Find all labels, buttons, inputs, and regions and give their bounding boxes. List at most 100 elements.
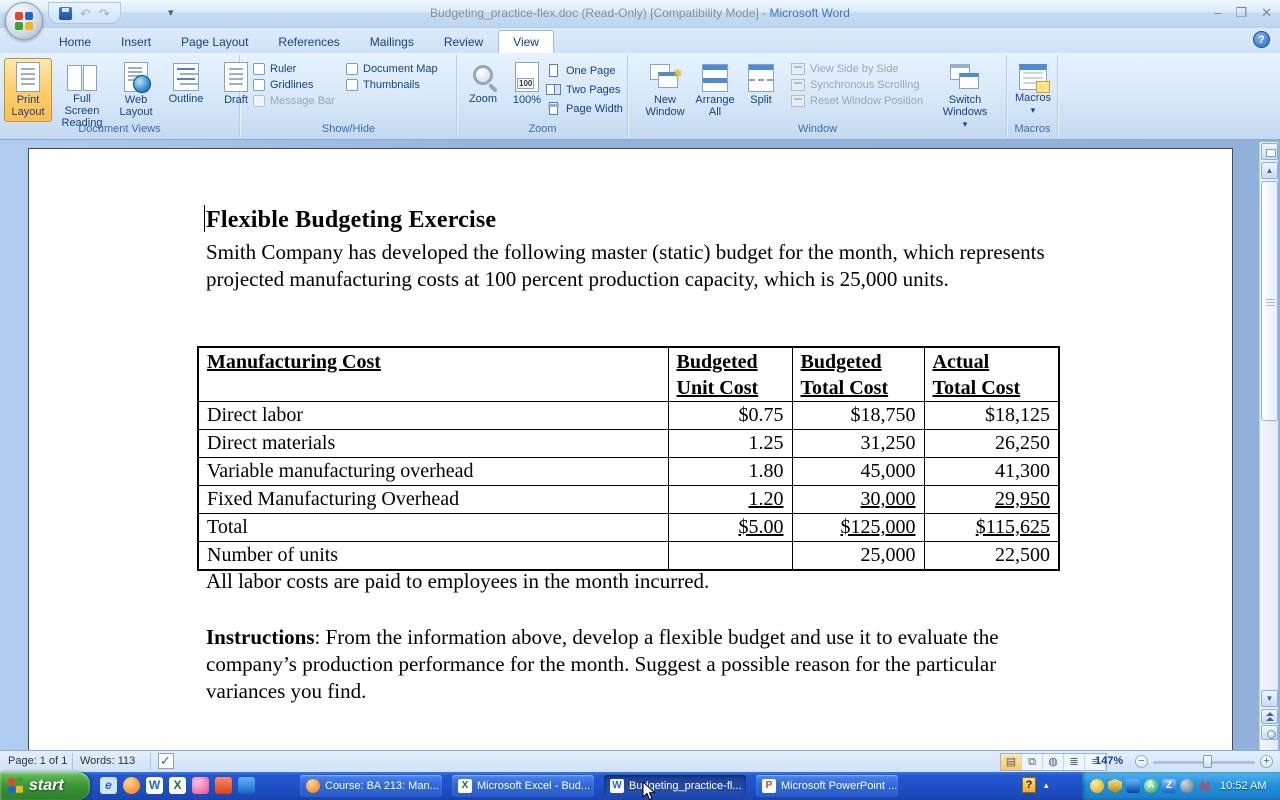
scrollbar-thumb[interactable] <box>1261 181 1278 421</box>
tab-view[interactable]: View <box>498 30 554 54</box>
start-button[interactable]: start <box>0 772 90 800</box>
new-window-button[interactable]: ✶ New Window <box>641 58 689 122</box>
page-count[interactable]: Page: 1 of 1 <box>8 755 67 767</box>
one-page-button[interactable]: One Page <box>546 63 623 78</box>
ribbon: Print Layout Full Screen Reading Web Lay… <box>0 53 1280 140</box>
close-button[interactable]: ✕ <box>1261 5 1272 21</box>
macros-icon <box>1019 64 1047 90</box>
reset-window-position-button: Reset Window Position <box>791 95 923 107</box>
restore-button[interactable]: ❐ <box>1235 5 1247 21</box>
print-layout-button[interactable]: Print Layout <box>4 58 52 122</box>
arrange-all-button[interactable]: Arrange All <box>691 58 739 122</box>
switch-windows-button[interactable]: Switch Windows ▾ <box>935 58 995 132</box>
tray-shield-icon[interactable] <box>1108 779 1122 793</box>
undo-icon[interactable]: ↶ <box>80 7 91 20</box>
previous-page-button[interactable] <box>1261 709 1278 724</box>
zoom-slider[interactable]: − + <box>1135 754 1273 769</box>
office-button[interactable] <box>5 2 43 40</box>
tray-icon-6[interactable]: N <box>1198 779 1212 793</box>
quick-launch-app-icon-2[interactable] <box>215 777 232 794</box>
zoom-in-icon[interactable]: + <box>1260 755 1273 768</box>
zoom-100-button[interactable]: 100 100% <box>506 58 548 120</box>
group-zoom: Zoom 100 100% One Page Two Pages Page Wi… <box>458 55 628 137</box>
ruler-checkbox[interactable] <box>253 63 265 75</box>
header-manufacturing-cost: Manufacturing Cost <box>198 347 668 402</box>
split-button[interactable]: Split <box>741 58 781 120</box>
windows-logo-icon <box>8 777 24 794</box>
ruler-checkbox-item[interactable]: Ruler <box>253 63 335 75</box>
document-map-checkbox[interactable] <box>346 63 358 75</box>
task-excel[interactable]: XMicrosoft Excel - Bud... <box>452 775 594 797</box>
minimize-button[interactable]: – <box>1214 5 1221 21</box>
table-row-total: Total $5.00 $125,000 $115,625 <box>198 514 1059 542</box>
tab-references[interactable]: References <box>263 30 354 54</box>
page-width-button[interactable]: Page Width <box>546 101 623 116</box>
full-screen-reading-button[interactable]: Full Screen Reading <box>54 58 110 133</box>
outline-button[interactable]: Outline <box>162 58 210 120</box>
tray-collapse-icon[interactable]: ▴ <box>1044 780 1049 791</box>
tray-icon-1[interactable] <box>1090 779 1104 793</box>
macros-dropdown-icon[interactable]: ▾ <box>1031 106 1036 114</box>
zoom-level[interactable]: 147% <box>1095 755 1123 767</box>
gridlines-checkbox[interactable] <box>253 79 265 91</box>
excel-icon[interactable]: X <box>169 777 186 794</box>
web-layout-view-button[interactable]: ◍ <box>1043 754 1064 770</box>
customize-qat-icon[interactable]: ▾ <box>168 6 174 19</box>
task-word-active[interactable]: WBudgeting_practice-fl... <box>604 775 746 797</box>
thumbnails-checkbox[interactable] <box>346 79 358 91</box>
view-ruler-toggle-button[interactable] <box>1261 143 1278 160</box>
split-icon <box>748 64 774 92</box>
tab-review[interactable]: Review <box>429 30 498 54</box>
scroll-up-icon[interactable]: ▲ <box>1261 162 1278 179</box>
tab-insert[interactable]: Insert <box>106 30 166 54</box>
zoom-slider-handle[interactable] <box>1203 755 1212 768</box>
taskbar-help-icon[interactable]: ? <box>1022 777 1036 793</box>
zoom-out-icon[interactable]: − <box>1135 755 1148 768</box>
help-icon[interactable]: ? <box>1253 31 1270 48</box>
gridlines-checkbox-item[interactable]: Gridlines <box>253 79 335 91</box>
quick-launch-app-icon-1[interactable] <box>192 777 209 794</box>
header-budgeted-unit-cost: BudgetedUnit Cost <box>668 347 792 402</box>
macros-button[interactable]: Macros ▾ <box>1009 58 1057 120</box>
tab-mailings[interactable]: Mailings <box>355 30 429 54</box>
group-window: ✶ New Window Arrange All Split View Side… <box>629 55 1007 137</box>
proofing-status-icon[interactable]: ✓ <box>158 753 174 769</box>
zoom-button[interactable]: Zoom <box>462 58 504 120</box>
outline-view-button[interactable]: ≣ <box>1064 754 1085 770</box>
taskbar: start e W X Course: BA 213: Man... XMicr… <box>0 772 1280 800</box>
word-count[interactable]: Words: 113 <box>80 755 135 767</box>
two-pages-button[interactable]: Two Pages <box>546 82 623 97</box>
word-icon[interactable]: W <box>146 777 163 794</box>
document-map-checkbox-item[interactable]: Document Map <box>346 63 438 75</box>
table-row: Direct labor $0.75 $18,750 $18,125 <box>198 402 1059 430</box>
web-layout-button[interactable]: Web Layout <box>112 58 160 122</box>
tray-icon-2[interactable] <box>1126 779 1140 793</box>
tray-icon-3[interactable]: A <box>1144 779 1158 793</box>
thumbnails-checkbox-item[interactable]: Thumbnails <box>346 79 438 91</box>
tab-page-layout[interactable]: Page Layout <box>166 30 263 54</box>
quick-launch-bar: e W X <box>100 777 255 794</box>
document-title: Budgeting_practice-flex.doc (Read-Only) … <box>430 6 769 20</box>
vertical-scrollbar[interactable]: ▲ ▼ <box>1259 142 1278 750</box>
scroll-down-icon[interactable]: ▼ <box>1261 690 1278 707</box>
document-area[interactable]: Flexible Budgeting Exercise Smith Compan… <box>0 140 1280 750</box>
redo-icon[interactable]: ↷ <box>99 7 110 20</box>
table-header-row: Manufacturing Cost BudgetedUnit Cost Bud… <box>198 347 1059 402</box>
two-pages-icon <box>546 82 561 97</box>
task-firefox-course[interactable]: Course: BA 213: Man... <box>300 775 442 797</box>
select-browse-object-button[interactable] <box>1261 725 1278 740</box>
full-screen-reading-view-button[interactable]: ⧉ <box>1022 754 1043 770</box>
clock[interactable]: 10:52 AM <box>1220 780 1266 792</box>
status-bar: Page: 1 of 1 Words: 113 ✓ ▤ ⧉ ◍ ≣ ≡ 147%… <box>0 750 1280 772</box>
tray-icon-4[interactable]: Z <box>1162 779 1176 793</box>
internet-explorer-icon[interactable]: e <box>100 777 117 794</box>
quick-launch-app-icon-3[interactable] <box>238 777 255 794</box>
task-powerpoint[interactable]: PMicrosoft PowerPoint ... <box>756 775 898 797</box>
tray-icon-5[interactable] <box>1180 779 1194 793</box>
word-icon: W <box>610 779 624 793</box>
firefox-icon[interactable] <box>123 777 140 794</box>
save-icon[interactable] <box>59 7 72 20</box>
print-layout-view-button[interactable]: ▤ <box>1001 754 1022 770</box>
document-page[interactable]: Flexible Budgeting Exercise Smith Compan… <box>28 148 1233 750</box>
tab-home[interactable]: Home <box>44 30 106 54</box>
